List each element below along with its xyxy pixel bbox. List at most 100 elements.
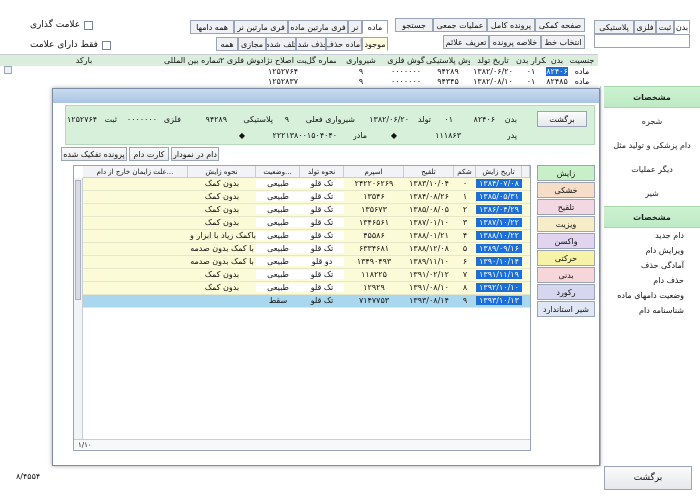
calving-row[interactable]: ۱۳۹۰/۱۰/۱۴ ۶ ۱۳۸۹/۱۱/۱۰ ۱۳۴۹۰۴۹۳ دو قلو طبیعی…: [83, 256, 530, 269]
sidebar-item-details[interactable]: مشخصات: [604, 86, 700, 108]
top-grid-header-cell[interactable]: تکرار بدن: [516, 56, 546, 65]
tab-search[interactable]: جستجو: [395, 18, 433, 32]
sidebar-item-other-ops[interactable]: دیگر عملیات: [604, 158, 700, 180]
calving-row[interactable]: ۱۳۸۵/۰۵/۳۱ ۱ ۱۳۸۴/۰۸/۲۶ ۱۳۵۴۶ تک قلو طبیعی بدو…: [83, 191, 530, 204]
grid-header-cell[interactable]: شکم: [454, 166, 476, 178]
top-grid-header-cell[interactable]: بارکد: [4, 56, 164, 65]
top-grid-header-cell[interactable]: جنسیت: [568, 56, 596, 65]
link-female-status[interactable]: وضعیت دامهای ماده: [604, 288, 684, 303]
tab-animal-card[interactable]: کارت دام: [129, 147, 169, 161]
calving-cell: طبیعی: [256, 270, 300, 279]
event-type-button[interactable]: واکسن: [537, 233, 595, 249]
event-type-button[interactable]: ویزیت: [537, 216, 595, 232]
calving-row[interactable]: ۱۳۸۶/۰۴/۲۹ ۲ ۱۳۸۵/۰۸/۰۵ ۱۳۵۶۷۳ تک قلو طبیعی بد…: [83, 204, 530, 217]
calving-cell: طبیعی: [256, 192, 300, 201]
event-type-button[interactable]: حرکتی: [537, 250, 595, 266]
calving-cell: بدون کمک: [204, 179, 240, 188]
tab-metal[interactable]: فلزی: [634, 20, 656, 34]
calving-cell: ۷۱۴۷۷۵۳: [358, 296, 390, 305]
calving-row[interactable]: ۱۳۸۷/۱۰/۲۲ ۳ ۱۳۸۷/۰۱/۱۰ ۱۳۴۶۵۶۱ تک قلو طبیعی ب…: [83, 217, 530, 230]
checkbox-box[interactable]: [84, 20, 94, 30]
link-animal-id[interactable]: شناسنامه دام: [604, 303, 684, 318]
top-grid-header-cell[interactable]: شماره بین المللی: [164, 56, 220, 65]
scroll-thumb[interactable]: [75, 180, 81, 300]
event-type-button[interactable]: خشکی: [537, 182, 595, 198]
status-removed[interactable]: حذف شده: [296, 37, 326, 51]
top-grid-header-cell[interactable]: گوش فلزی: [386, 56, 426, 65]
top-grid-header-cell[interactable]: گوش فلزی ۲: [220, 56, 260, 65]
calving-row[interactable]: ۱۳۹۱/۱۱/۱۹ ۷ ۱۳۹۱/۰۲/۱۲ ۱۱۸۲۲۵ تک قلو طبیعی بد…: [83, 269, 530, 282]
event-type-button[interactable]: شیر استاندارد: [537, 301, 595, 317]
tab-bulk-ops[interactable]: عملیات جمعی: [433, 18, 487, 32]
scope-male[interactable]: نر: [348, 20, 362, 34]
sidebar-item-vet[interactable]: دام پزشکی و تولید مثل: [604, 134, 700, 156]
link-remove-animal[interactable]: حذف دام: [604, 273, 684, 288]
tab-define-marks[interactable]: تعریف علائم: [443, 35, 489, 49]
event-type-button[interactable]: زایش: [537, 165, 595, 181]
back-button[interactable]: برگشت: [537, 111, 587, 127]
mark-checkbox[interactable]: علامت گذاری: [30, 20, 94, 30]
scope-female[interactable]: ماده: [362, 20, 388, 34]
grid-header-cell[interactable]: [522, 166, 530, 178]
calving-row[interactable]: ۱۳۹۲/۱۰/۱۰ ۸ ۱۳۹۱/۰۸/۱۰ ۱۲۹۲۹ تک قلو طبیعی بدو…: [83, 282, 530, 295]
top-grid-header-cell[interactable]: گوش پلاستیکی: [426, 56, 470, 65]
status-virtual[interactable]: مجازی: [238, 37, 266, 51]
marked-only-checkbox[interactable]: فقط دارای علامت: [30, 40, 111, 50]
scope-all[interactable]: همه دامها: [190, 20, 234, 34]
calving-cell: ۱۳۹۰/۱۰/۱۴: [476, 257, 522, 266]
sidebar-item-details-2[interactable]: مشخصات: [604, 206, 700, 228]
calving-row[interactable]: ۱۳۸۹/۰۹/۱۶ ۵ ۱۳۸۸/۱۲/۰۸ ۶۳۳۴۶۸۱ تک قلو طبیعی ب…: [83, 243, 530, 256]
top-grid-header-cell[interactable]: شیرواری: [336, 56, 386, 65]
event-type-button[interactable]: بدنی: [537, 267, 595, 283]
scope-freemartin-f[interactable]: فری مارتین ماده: [288, 20, 348, 34]
footer-bar: [0, 476, 600, 497]
grid-header-cell[interactable]: تاریخ زایش: [476, 166, 522, 178]
link-ready-remove[interactable]: آمادگی حذف: [604, 258, 684, 273]
event-type-button[interactable]: رکورد: [537, 284, 595, 300]
tab-select-line[interactable]: انتخاب خط: [541, 35, 585, 49]
milk-value: ۹: [284, 115, 289, 124]
grid-scroll-arrow[interactable]: [4, 66, 12, 74]
top-grid-header-cell[interactable]: شماره گل: [306, 56, 336, 65]
sidebar-item-pedigree[interactable]: شجره: [604, 110, 700, 132]
tab-help-page[interactable]: صفحه کمکی: [535, 18, 585, 32]
tab-separated-file[interactable]: پرونده تفکیک شده: [61, 147, 127, 161]
metal-value: ۰۰۰۰۰۰۰: [126, 115, 157, 124]
tab-body[interactable]: بدن: [674, 20, 690, 34]
grid-header-cell[interactable]: اسپرم: [344, 166, 404, 178]
status-present[interactable]: موجود: [362, 37, 388, 51]
grid-header-cell[interactable]: نحوه تولد: [300, 166, 344, 178]
calving-cell: ۱۳۸۷/۰۱/۱۰: [409, 218, 449, 227]
calving-row[interactable]: ۱۳۸۸/۱۰/۲۲ ۴ ۱۳۸۸/۰۱/۲۱ ۴۵۵۸۶ تک قلو طبیعی باک…: [83, 230, 530, 243]
sex-scope: ماده نر فری مارتین ماده فری مارتین نر هم…: [190, 20, 388, 34]
tab-plastic[interactable]: پلاستیکی: [594, 20, 634, 34]
calving-cell: ۶۳۳۴۶۸۱: [358, 244, 390, 253]
status-dead[interactable]: تلف شده: [266, 37, 296, 51]
tab-file-summary[interactable]: خلاصه پرونده: [489, 35, 541, 49]
grid-scrollbar[interactable]: [74, 178, 83, 444]
checkbox-box[interactable]: [101, 40, 111, 50]
calving-row[interactable]: ۱۳۹۳/۱۰/۱۳ ۹ ۱۳۹۳/۰۸/۱۴ ۷۱۴۷۷۵۳ تک قلو سقط: [83, 295, 530, 308]
sidebar-return-button[interactable]: برگشت: [604, 466, 692, 490]
grid-header-cell[interactable]: تلقیح: [404, 166, 454, 178]
link-edit-animal[interactable]: ویرایش دام: [604, 243, 684, 258]
status-all[interactable]: همه: [216, 37, 238, 51]
top-grid-header-cell[interactable]: بدن: [546, 56, 568, 65]
search-input[interactable]: [594, 34, 690, 48]
grid-header-cell[interactable]: وضعیت...: [256, 166, 300, 178]
link-new-animal[interactable]: دام جدید: [604, 228, 684, 243]
event-type-button[interactable]: تلقیح: [537, 199, 595, 215]
tab-full-file[interactable]: پرونده کامل: [487, 18, 535, 32]
calving-row[interactable]: ۱۳۸۴/۰۷/۰۸ ۰ ۱۳۸۳/۱۰/۰۴ ۲۴۲۲۰۶۲۶۹ تک قلو طبیع…: [83, 178, 530, 191]
top-grid-header-cell[interactable]: ثبت اصلاح نژاد: [260, 56, 306, 65]
status-ready-remove[interactable]: آماده حذف: [326, 37, 362, 51]
tab-chart[interactable]: دام در نمودار: [171, 147, 219, 161]
calving-cell: ۰: [462, 179, 468, 188]
tab-registration[interactable]: ثبت: [656, 20, 674, 34]
grid-header-cell[interactable]: نحوه زایش: [188, 166, 256, 178]
sidebar-item-milk[interactable]: شیر: [604, 182, 700, 204]
scope-freemartin-m[interactable]: فری مارتین نر: [234, 20, 288, 34]
grid-header-cell[interactable]: علت زایمان خارج از دام...: [83, 166, 188, 178]
top-grid-header-cell[interactable]: تاریخ تولد: [470, 56, 516, 65]
calving-cell: ۱۳۹۳/۰۸/۱۴: [409, 296, 449, 305]
